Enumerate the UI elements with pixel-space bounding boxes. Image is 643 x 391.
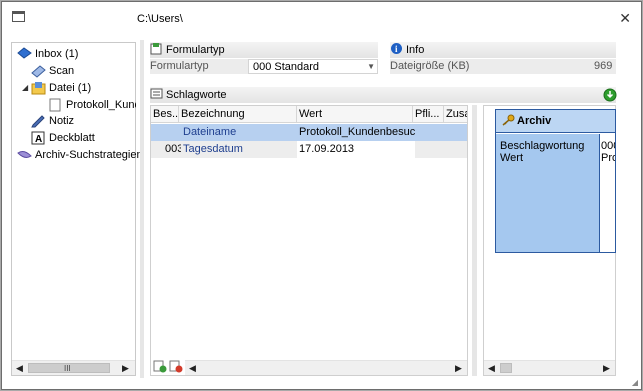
search-strategy-icon (17, 148, 32, 162)
archiv-label-column: Beschlagwortung Wert (496, 134, 600, 252)
archiv-value-column: 000 Pro (601, 134, 615, 252)
tree-item-protokoll[interactable]: Protokoll_Kunden (48, 97, 136, 113)
column-header-bes[interactable]: Bes... (151, 106, 179, 123)
svg-text:A: A (35, 134, 42, 145)
scroll-right-arrow-icon[interactable]: ▶ (455, 363, 462, 374)
archiv-horizontal-scrollbar[interactable]: ◀ ▶ (484, 360, 615, 375)
remove-keyword-icon[interactable] (169, 359, 183, 373)
tree-horizontal-scrollbar[interactable]: ◀ III ▶ (12, 360, 135, 375)
archiv-box[interactable]: Archiv Beschlagwortung Wert 000 Pro (495, 109, 616, 253)
schlagworte-header: Schlagworte (150, 87, 616, 103)
scroll-left-arrow-icon[interactable]: ◀ (189, 363, 196, 374)
info-icon: i (390, 42, 403, 55)
document-icon (48, 98, 63, 112)
archiv-value-1: 000 (601, 140, 615, 152)
column-header-wert[interactable]: Wert (297, 106, 413, 123)
scroll-left-arrow-icon[interactable]: ◀ (488, 363, 495, 374)
dropdown-arrow-icon[interactable]: ▼ (367, 60, 375, 74)
form-type-icon (150, 42, 163, 55)
add-keyword-icon[interactable] (153, 359, 167, 373)
note-icon (31, 114, 46, 128)
folder-icon (31, 81, 46, 95)
row-bezeichnung: Tagesdatum (183, 143, 243, 155)
column-header-bezeichnung[interactable]: Bezeichnung (179, 106, 297, 123)
dateigroesse-value: 969 (594, 60, 613, 72)
scrollbar-grip: III (64, 364, 71, 373)
formulartyp-value: 000 Standard (253, 61, 320, 73)
row-wert[interactable]: Protokoll_Kundenbesuch (297, 124, 415, 141)
schlagworte-header-label: Schlagworte (166, 89, 227, 101)
tree-item-label: Inbox (1) (35, 48, 79, 60)
collapse-triangle-icon[interactable]: ◢ (22, 83, 28, 92)
row-nr: 003 (165, 143, 181, 155)
archiv-title: Archiv (517, 115, 552, 127)
archiv-pane: Archiv Beschlagwortung Wert 000 Pro ◀ ▶ (483, 105, 616, 376)
key-icon (501, 112, 515, 126)
keywords-icon (150, 87, 163, 100)
tree-item-label: Protokoll_Kunden (66, 99, 136, 111)
tree-item-scan[interactable]: Scan (31, 63, 74, 79)
archiv-header: Archiv (496, 110, 615, 133)
scroll-right-arrow-icon[interactable]: ▶ (122, 363, 129, 374)
dateigroesse-label: Dateigröße (KB) (390, 60, 470, 72)
formulartyp-label: Formulartyp (150, 60, 209, 72)
right-splitter[interactable] (472, 105, 477, 376)
resize-grip-icon[interactable]: ◢ (632, 378, 638, 387)
info-header-label: Info (406, 44, 425, 56)
close-button[interactable]: ✕ (619, 10, 631, 27)
row-nr (151, 124, 179, 141)
status-ok-icon[interactable] (603, 88, 617, 102)
column-header-zusatz[interactable]: Zusat (444, 106, 467, 123)
dialog-window: C:\Users\ ✕ Inbox (1) Scan ◢ Datei (1) P… (1, 1, 642, 390)
row-wert[interactable]: 17.09.2013 (297, 141, 415, 158)
tree-item-inbox[interactable]: Inbox (1) (17, 46, 78, 62)
schlagworte-grid: Bes... Bezeichnung Wert Pfli... Zusat Da… (150, 105, 468, 376)
tree-item-archiv-suchstrategien[interactable]: Archiv-Suchstrategien (17, 147, 143, 163)
archiv-label-beschlagwortung: Beschlagwortung (500, 140, 585, 152)
table-row[interactable]: Dateiname Protokoll_Kundenbesuch (151, 124, 467, 141)
tree-item-label: Scan (49, 65, 75, 77)
left-splitter[interactable] (140, 40, 144, 378)
scroll-left-arrow-icon[interactable]: ◀ (16, 363, 23, 374)
tree-item-deckblatt[interactable]: A Deckblatt (31, 130, 95, 146)
tree-item-label: Datei (1) (49, 82, 92, 94)
tree-item-datei[interactable]: Datei (1) (31, 80, 91, 96)
scrollbar-thumb[interactable] (500, 363, 512, 373)
window-title: C:\Users\ (137, 13, 183, 25)
coversheet-icon: A (31, 131, 46, 145)
archiv-label-wert: Wert (500, 152, 524, 164)
formulartyp-header-label: Formulartyp (166, 44, 225, 56)
formulartyp-select[interactable]: 000 Standard ▼ (248, 59, 378, 74)
tree-item-label: Deckblatt (49, 132, 95, 144)
inbox-icon (17, 47, 32, 61)
archiv-value-2: Pro (601, 152, 615, 164)
formulartyp-header: Formulartyp (150, 42, 378, 58)
window-icon (12, 11, 25, 22)
scroll-right-arrow-icon[interactable]: ▶ (603, 363, 610, 374)
tree-item-notiz[interactable]: Notiz (31, 113, 74, 129)
grid-header: Bes... Bezeichnung Wert Pfli... Zusat (151, 106, 467, 123)
tree-pane: Inbox (1) Scan ◢ Datei (1) Protokoll_Kun… (11, 42, 143, 376)
tree-item-label: Notiz (49, 115, 75, 127)
title-bar: C:\Users\ ✕ (2, 2, 641, 34)
tree-item-label: Archiv-Suchstrategien (35, 149, 143, 161)
row-bezeichnung: Dateiname (183, 126, 237, 138)
table-row[interactable]: 003 Tagesdatum 17.09.2013 (151, 141, 467, 158)
scanner-icon (31, 64, 46, 78)
column-header-pflicht[interactable]: Pfli... (413, 106, 444, 123)
info-header: i Info (390, 42, 616, 58)
grid-horizontal-scrollbar[interactable]: ◀ ▶ (185, 360, 467, 375)
